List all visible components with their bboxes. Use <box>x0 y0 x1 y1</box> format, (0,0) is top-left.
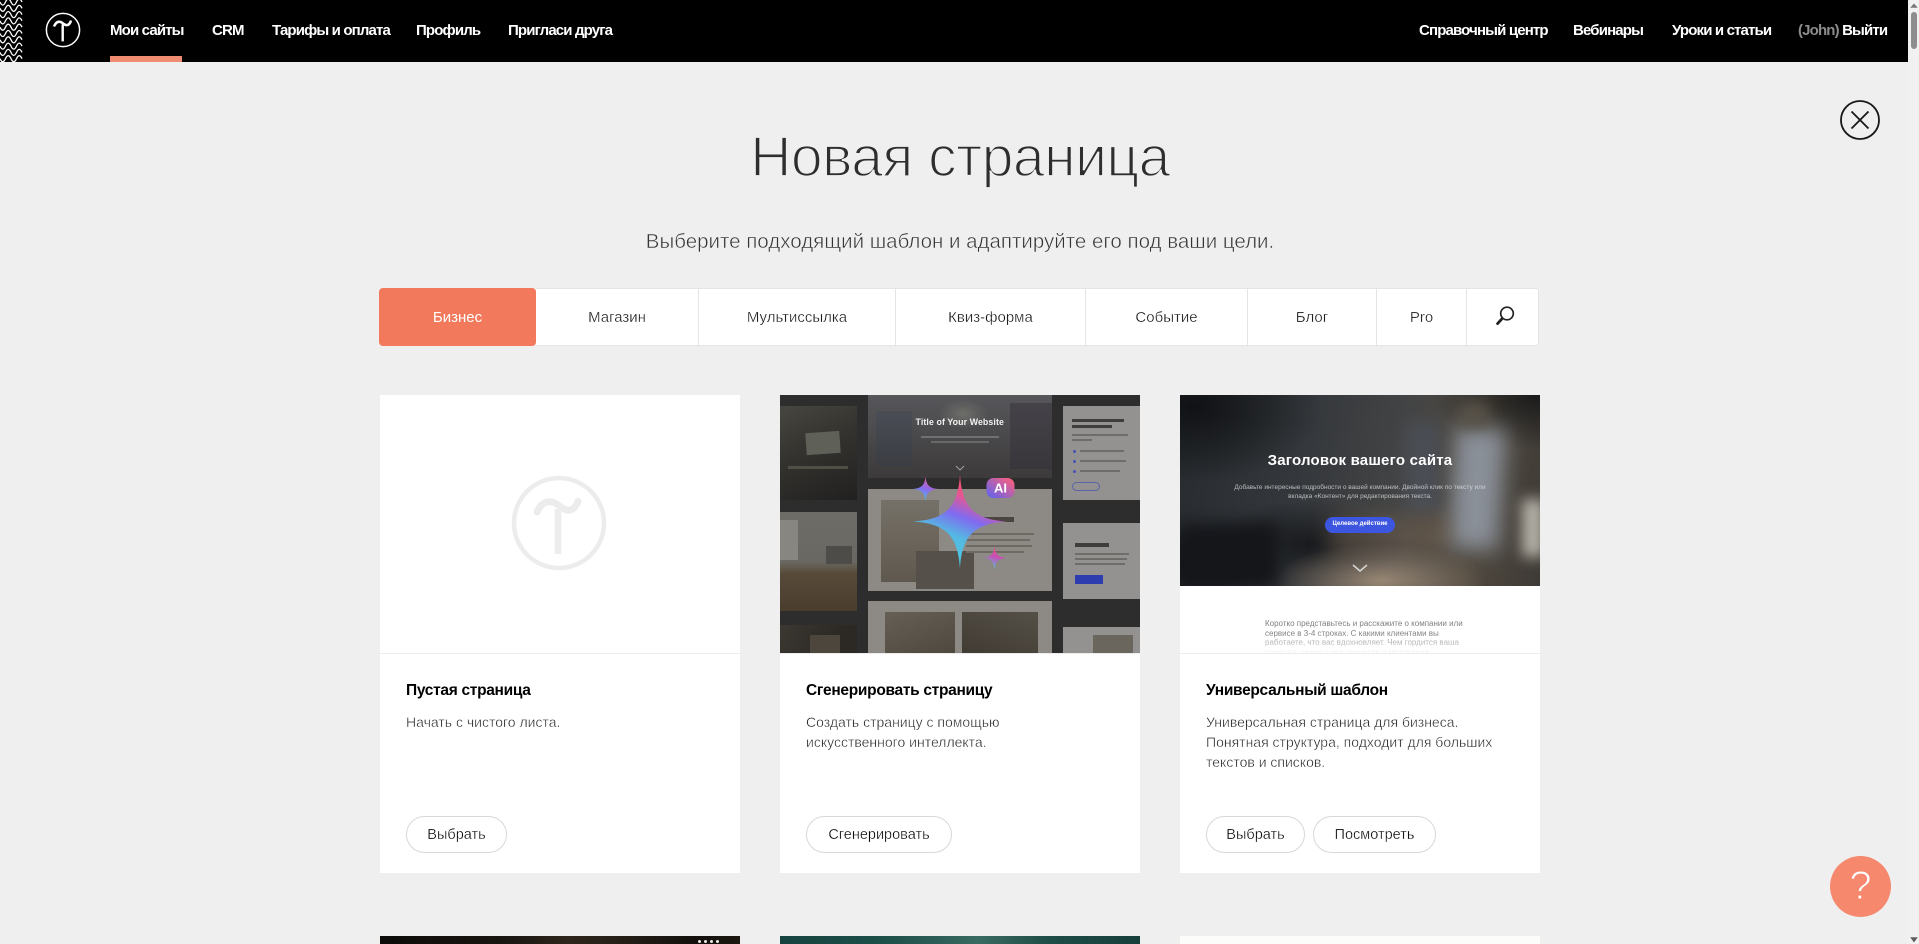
svg-text:AI: AI <box>994 481 1007 496</box>
